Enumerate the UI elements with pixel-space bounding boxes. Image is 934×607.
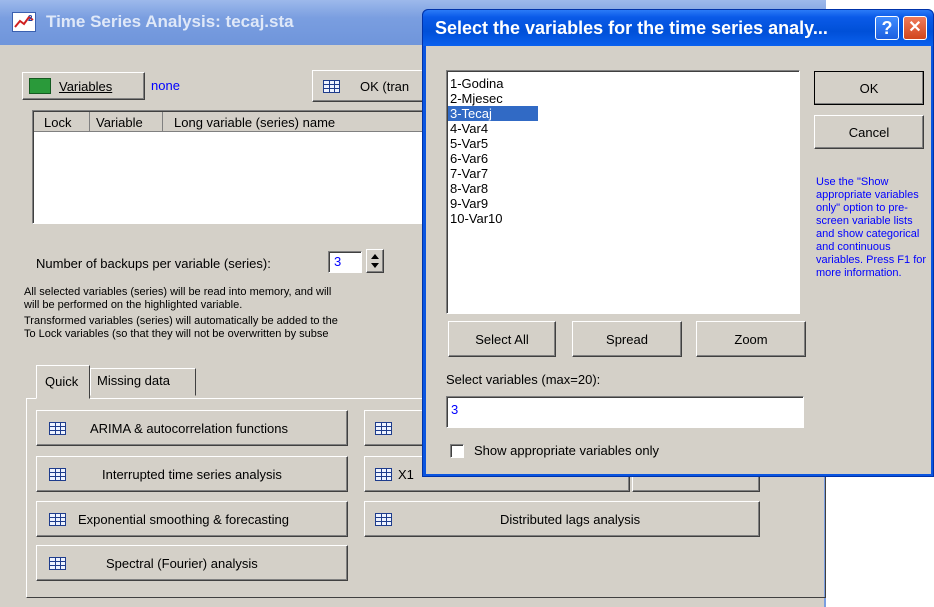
list-item[interactable]: 6-Var6 bbox=[448, 151, 538, 166]
spectral-button[interactable]: Spectral (Fourier) analysis bbox=[36, 545, 348, 581]
arima-button[interactable]: ARIMA & autocorrelation functions bbox=[36, 410, 348, 446]
x11-label: X1 bbox=[398, 466, 414, 482]
show-appropriate-checkbox[interactable] bbox=[450, 444, 464, 458]
spreadsheet-icon bbox=[375, 467, 392, 481]
backups-input[interactable]: 3 bbox=[328, 251, 362, 273]
svg-text:2: 2 bbox=[28, 14, 33, 23]
zoom-button[interactable]: Zoom bbox=[696, 321, 806, 357]
help-icon: ? bbox=[881, 18, 893, 38]
header-divider bbox=[89, 112, 90, 132]
list-item[interactable]: 1-Godina bbox=[448, 76, 538, 91]
variables-icon bbox=[29, 78, 51, 94]
header-lock[interactable]: Lock bbox=[44, 115, 71, 130]
header-divider bbox=[162, 112, 163, 132]
close-button[interactable]: ✕ bbox=[903, 16, 927, 40]
tab-quick-label: Quick bbox=[45, 374, 79, 389]
header-variable[interactable]: Variable bbox=[96, 115, 143, 130]
close-icon: ✕ bbox=[908, 19, 922, 36]
select-variables-label: Select variables (max=20): bbox=[446, 372, 601, 387]
spreadsheet-icon bbox=[323, 79, 340, 93]
tab-missing-label: Missing data bbox=[97, 373, 170, 388]
spreadsheet-icon bbox=[49, 556, 66, 570]
backups-value: 3 bbox=[334, 254, 342, 269]
table-header: Lock Variable Long variable (series) nam… bbox=[34, 112, 430, 132]
variable-listbox[interactable]: 1-Godina 2-Mjesec 3-Tecaj 4-Var4 5-Var5 … bbox=[446, 70, 800, 314]
list-item[interactable]: 4-Var4 bbox=[448, 121, 538, 136]
header-long-name[interactable]: Long variable (series) name bbox=[174, 115, 335, 130]
spinner-arrows-icon bbox=[371, 254, 379, 268]
info-line-1: All selected variables (series) will be … bbox=[24, 286, 332, 298]
spreadsheet-icon bbox=[375, 512, 392, 526]
info-text: All selected variables (series) will be … bbox=[24, 286, 434, 341]
list-item[interactable]: 2-Mjesec bbox=[448, 91, 538, 106]
select-all-label: Select All bbox=[475, 331, 529, 347]
interrupted-button[interactable]: Interrupted time series analysis bbox=[36, 456, 348, 492]
spectral-label: Spectral (Fourier) analysis bbox=[106, 555, 258, 571]
interrupted-label: Interrupted time series analysis bbox=[102, 466, 282, 482]
zoom-label: Zoom bbox=[734, 331, 768, 347]
arima-label: ARIMA & autocorrelation functions bbox=[90, 420, 288, 436]
dialog-cancel-label: Cancel bbox=[848, 124, 890, 140]
info-line-3: Transformed variables (series) will auto… bbox=[24, 315, 338, 327]
chart-app-icon: 2 bbox=[12, 12, 36, 32]
select-variables-dialog: Select the variables for the time series… bbox=[422, 9, 934, 477]
select-variables-value: 3 bbox=[451, 402, 459, 417]
variables-table[interactable]: Lock Variable Long variable (series) nam… bbox=[32, 110, 432, 224]
show-appropriate-label[interactable]: Show appropriate variables only bbox=[474, 443, 659, 458]
dialog-ok-button[interactable]: OK bbox=[814, 71, 924, 105]
dialog-title-text: Select the variables for the time series… bbox=[435, 18, 828, 38]
spreadsheet-icon bbox=[375, 421, 392, 435]
variables-button-label: Variables bbox=[59, 78, 113, 94]
select-all-button[interactable]: Select All bbox=[448, 321, 556, 357]
list-item[interactable]: 10-Var10 bbox=[448, 211, 538, 226]
tab-missing-data[interactable]: Missing data bbox=[90, 368, 196, 396]
main-ok-label: OK (tran bbox=[360, 78, 410, 94]
dialog-help-text: Use the "Show appropriate variables only… bbox=[816, 176, 927, 279]
list-item[interactable]: 8-Var8 bbox=[448, 181, 538, 196]
list-item-selected[interactable]: 3-Tecaj bbox=[448, 106, 538, 121]
dialog-ok-label: OK bbox=[859, 80, 879, 96]
variables-button[interactable]: Variables bbox=[22, 72, 145, 100]
variables-value: none bbox=[151, 78, 180, 93]
spreadsheet-icon bbox=[49, 467, 66, 481]
backups-label: Number of backups per variable (series): bbox=[36, 256, 271, 271]
tab-quick[interactable]: Quick bbox=[36, 365, 90, 399]
main-title-text: Time Series Analysis: tecaj.sta bbox=[46, 12, 294, 31]
spread-button[interactable]: Spread bbox=[572, 321, 682, 357]
dialog-title-bar[interactable]: Select the variables for the time series… bbox=[423, 10, 933, 46]
variable-list: 1-Godina 2-Mjesec 3-Tecaj 4-Var4 5-Var5 … bbox=[448, 76, 538, 226]
distributed-button[interactable]: Distributed lags analysis bbox=[364, 501, 760, 537]
exponential-button[interactable]: Exponential smoothing & forecasting bbox=[36, 501, 348, 537]
spreadsheet-icon bbox=[49, 512, 66, 526]
spreadsheet-icon bbox=[49, 421, 66, 435]
list-item[interactable]: 7-Var7 bbox=[448, 166, 538, 181]
list-item[interactable]: 9-Var9 bbox=[448, 196, 538, 211]
distributed-label: Distributed lags analysis bbox=[500, 511, 641, 527]
dialog-body: 1-Godina 2-Mjesec 3-Tecaj 4-Var4 5-Var5 … bbox=[426, 46, 931, 474]
list-item[interactable]: 5-Var5 bbox=[448, 136, 538, 151]
select-variables-input[interactable]: 3 bbox=[446, 396, 804, 428]
info-line-4: To Lock variables (so that they will not… bbox=[24, 328, 329, 340]
help-button[interactable]: ? bbox=[875, 16, 899, 40]
backups-spinner[interactable] bbox=[366, 249, 384, 273]
dialog-cancel-button[interactable]: Cancel bbox=[814, 115, 924, 149]
spread-label: Spread bbox=[606, 331, 648, 347]
info-line-2: will be performed on the highlighted var… bbox=[24, 299, 243, 311]
exponential-label: Exponential smoothing & forecasting bbox=[78, 511, 290, 527]
